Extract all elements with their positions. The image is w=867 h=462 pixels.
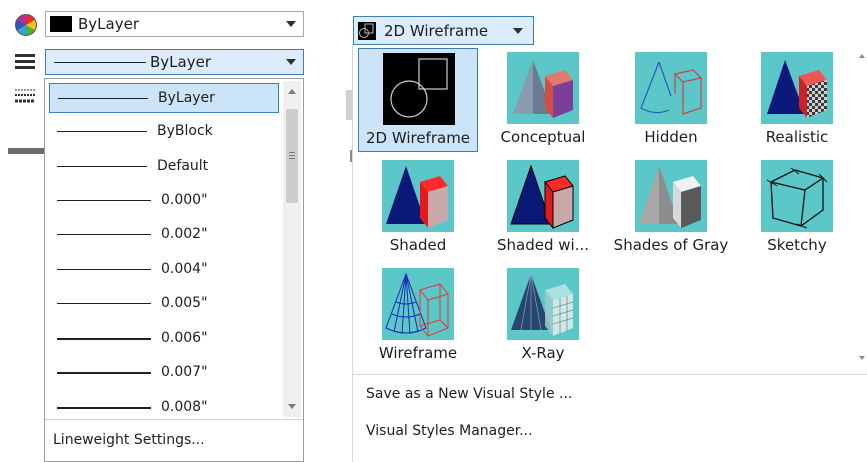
lineweight-combo[interactable]: ByLayer [45, 49, 304, 75]
lineweight-item-byblock[interactable]: ByBlock [49, 117, 279, 147]
style-label: Shaded [389, 236, 447, 254]
color-combo-label: ByLayer [78, 15, 139, 33]
scroll-down-icon[interactable] [288, 404, 296, 409]
scroll-thumb[interactable] [286, 109, 298, 203]
shades-of-gray-thumb [635, 160, 707, 232]
lineweight-sample [54, 62, 146, 63]
lineweight-settings-item[interactable]: Lineweight Settings... [45, 419, 303, 462]
style-label: Shaded wi... [497, 236, 589, 254]
scroll-up-icon[interactable] [859, 54, 865, 58]
lineweight-item[interactable]: 0.007" [49, 358, 279, 388]
scroll-up-icon[interactable] [288, 89, 296, 94]
lineweight-settings-label: Lineweight Settings... [53, 432, 205, 448]
lineweight-item[interactable]: 0.005" [49, 289, 279, 319]
gallery-edge [346, 90, 352, 120]
lineweight-dropdown: ByLayer ByBlock Default 0.000" 0.002" 0.… [44, 78, 304, 462]
lineweight-item[interactable]: 0.006" [49, 324, 279, 354]
color-combo[interactable]: ByLayer [45, 11, 304, 37]
toolbar-edge [8, 148, 44, 154]
style-label: X-Ray [521, 344, 565, 362]
lineweight-item-default[interactable]: Default [49, 152, 279, 182]
style-label: Hidden [644, 128, 698, 146]
chevron-down-icon [286, 59, 296, 65]
chevron-down-icon [513, 28, 523, 34]
menu-separator [353, 374, 867, 375]
wireframe-thumb [382, 268, 454, 340]
style-shades-of-gray[interactable]: Shades of Gray [611, 156, 731, 260]
conceptual-thumb [507, 52, 579, 124]
visual-style-combo-label: 2D Wireframe [384, 22, 489, 40]
hidden-thumb [635, 52, 707, 124]
lineweight-item[interactable]: 0.002" [49, 220, 279, 250]
shaded-edges-thumb [507, 160, 579, 232]
lineweight-combo-label: ByLayer [150, 53, 211, 71]
color-swatch [50, 16, 72, 32]
style-x-ray[interactable]: X-Ray [483, 264, 603, 368]
style-label: Sketchy [767, 236, 827, 254]
style-label: Shades of Gray [613, 236, 729, 254]
style-realistic[interactable]: Realistic [737, 48, 857, 152]
lineweight-scrollbar[interactable] [283, 81, 301, 417]
visual-style-combo[interactable]: 2D Wireframe [353, 16, 534, 45]
style-hidden[interactable]: Hidden [611, 48, 731, 152]
wireframe-2d-thumb [383, 53, 455, 125]
lineweight-item[interactable]: 0.000" [49, 186, 279, 216]
lines-icon [13, 50, 37, 74]
save-visual-style-item[interactable]: Save as a New Visual Style ... [366, 386, 572, 402]
style-shaded-with-edges[interactable]: Shaded wi... [483, 156, 603, 260]
lineweight-item-bylayer[interactable]: ByLayer [49, 83, 279, 113]
xray-thumb [507, 268, 579, 340]
style-conceptual[interactable]: Conceptual [483, 48, 603, 152]
lineweight-item[interactable]: 0.004" [49, 255, 279, 285]
lineweight-icon [13, 86, 37, 110]
chevron-down-icon [286, 21, 296, 27]
scroll-down-icon[interactable] [859, 356, 865, 360]
gallery-edge [350, 150, 352, 162]
style-label: Wireframe [378, 344, 458, 362]
realistic-thumb [761, 52, 833, 124]
style-wireframe[interactable]: Wireframe [358, 264, 478, 368]
style-2d-wireframe[interactable]: 2D Wireframe [358, 48, 478, 152]
style-shaded[interactable]: Shaded [358, 156, 478, 260]
color-wheel-icon [13, 12, 37, 36]
style-label: Realistic [765, 128, 829, 146]
visual-styles-manager-item[interactable]: Visual Styles Manager... [366, 423, 533, 439]
shaded-thumb [382, 160, 454, 232]
sketchy-thumb [761, 160, 833, 232]
style-sketchy[interactable]: Sketchy [737, 156, 857, 260]
wireframe-2d-icon [358, 22, 376, 40]
style-label: Conceptual [500, 128, 586, 146]
style-label: 2D Wireframe [365, 129, 471, 147]
